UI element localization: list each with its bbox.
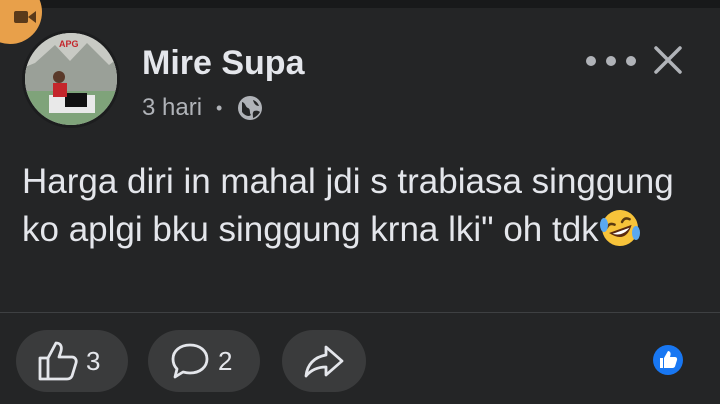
comment-count: 2 [218, 345, 233, 376]
laughing-emoji-icon [599, 210, 640, 246]
post-meta: 3 hari • [142, 94, 264, 122]
close-icon[interactable] [652, 44, 684, 76]
globe-icon[interactable] [236, 94, 264, 122]
screen-record-badge[interactable] [0, 0, 42, 44]
comment-button[interactable]: 2 [148, 330, 260, 392]
video-camera-icon [14, 11, 36, 23]
post-body: Harga diri in mahal jdi s trabiasa singg… [22, 158, 702, 254]
like-reaction-icon[interactable] [652, 344, 684, 376]
avatar-image: APG [25, 33, 117, 125]
share-button[interactable] [282, 330, 366, 392]
author-name[interactable]: Mire Supa [142, 44, 304, 83]
more-icon [586, 56, 596, 66]
top-divider [0, 0, 720, 8]
meta-separator: • [216, 97, 223, 118]
more-icon-dot [606, 56, 616, 66]
more-icon-dot [626, 56, 636, 66]
post-time[interactable]: 3 hari [142, 94, 202, 122]
avatar[interactable]: APG [22, 30, 120, 128]
like-icon [38, 341, 78, 381]
comment-icon [171, 343, 209, 379]
actions-divider [0, 312, 720, 313]
like-button[interactable]: 3 [16, 330, 128, 392]
like-count: 3 [86, 345, 101, 376]
more-options-button[interactable] [586, 46, 636, 76]
post-text: Harga diri in mahal jdi s trabiasa singg… [22, 162, 674, 249]
share-icon [304, 345, 344, 378]
svg-text:APG: APG [59, 39, 79, 49]
